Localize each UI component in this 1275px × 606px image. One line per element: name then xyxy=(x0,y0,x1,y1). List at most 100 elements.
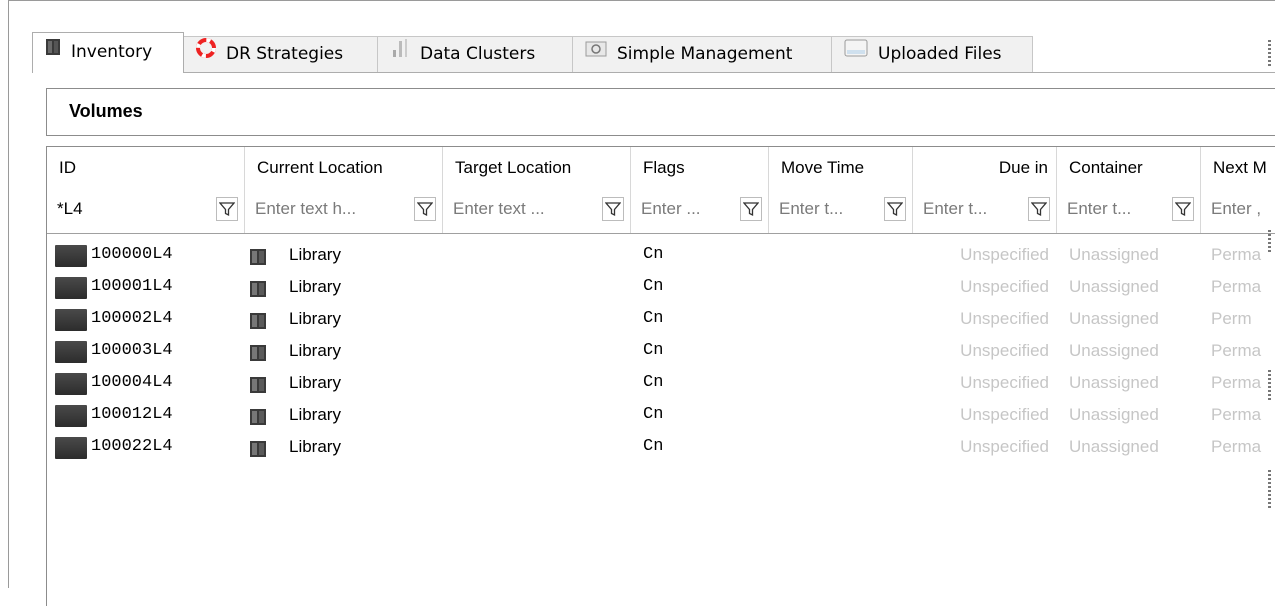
cell-flags: Cn xyxy=(643,373,664,392)
tape-volume-icon xyxy=(55,341,87,363)
location-label: Library xyxy=(289,309,341,328)
lifebuoy-icon xyxy=(196,36,216,70)
cell-container: Unassigned xyxy=(1069,277,1159,296)
tab-simple-management[interactable]: Simple Management xyxy=(572,36,832,72)
cell-flags: Cn xyxy=(643,341,664,360)
column-header-due-in[interactable]: Due in xyxy=(913,147,1057,189)
table-row[interactable]: 100003L4 Library Cn Unspecified Unassigned Pe… xyxy=(47,335,1275,367)
window-top-border xyxy=(8,0,1275,1)
tab-strip-line xyxy=(32,72,1275,73)
cell-flags: Cn xyxy=(643,277,664,296)
cell-container: Unassigned xyxy=(1069,341,1159,360)
cell-current-location: Library xyxy=(249,335,439,367)
cell-due-in: Unspecified xyxy=(960,405,1049,424)
cell-flags: Cn xyxy=(643,309,664,328)
filter-input-target-location[interactable]: Enter text ... xyxy=(453,195,596,223)
filter-button[interactable] xyxy=(1028,197,1050,221)
cell-current-location: Library xyxy=(249,399,439,431)
cell-id: 100012L4 xyxy=(91,405,173,424)
uploaded-files-icon xyxy=(844,36,868,70)
tape-library-icon xyxy=(249,437,267,457)
column-header-move-time[interactable]: Move Time xyxy=(769,147,913,189)
tape-volume-icon xyxy=(55,245,87,267)
tape-library-icon xyxy=(249,309,267,329)
column-header-target-location[interactable]: Target Location xyxy=(443,147,631,189)
cell-id: 100003L4 xyxy=(91,341,173,360)
tape-volume-icon xyxy=(55,309,87,331)
filter-input-container[interactable]: Enter t... xyxy=(1067,195,1166,223)
vertical-scroll-hint[interactable] xyxy=(1265,30,1275,588)
tab-inventory[interactable]: Inventory xyxy=(32,32,184,73)
table-row[interactable]: 100001L4 Library Cn Unspecified Unassigned Pe… xyxy=(47,271,1275,303)
window-left-border xyxy=(8,0,9,588)
cell-id: 100002L4 xyxy=(91,309,173,328)
panel-title: Volumes xyxy=(69,101,143,121)
cell-due-in: Unspecified xyxy=(960,309,1049,328)
cell-current-location: Library xyxy=(249,303,439,335)
column-header-flags[interactable]: Flags xyxy=(631,147,769,189)
location-label: Library xyxy=(289,373,341,392)
cell-current-location: Library xyxy=(249,431,439,463)
location-label: Library xyxy=(289,405,341,424)
cell-due-in: Unspecified xyxy=(960,437,1049,456)
cell-flags: Cn xyxy=(643,437,664,456)
cell-id: 100004L4 xyxy=(91,373,173,392)
filter-cell-move-time: Enter t... xyxy=(769,189,913,233)
tape-volume-icon xyxy=(55,373,87,395)
cell-current-location: Library xyxy=(249,271,439,303)
location-label: Library xyxy=(289,245,341,264)
filter-input-due-in[interactable]: Enter t... xyxy=(923,195,1022,223)
filter-input-move-time[interactable]: Enter t... xyxy=(779,195,878,223)
tab-data-clusters[interactable]: Data Clusters xyxy=(377,36,573,72)
filter-input-current-location[interactable]: Enter text h... xyxy=(255,195,408,223)
column-header-next[interactable]: Next M xyxy=(1201,147,1275,189)
cell-id: 100022L4 xyxy=(91,437,173,456)
filter-cell-container: Enter t... xyxy=(1057,189,1201,233)
table-row[interactable]: 100004L4 Library Cn Unspecified Unassigned Pe… xyxy=(47,367,1275,399)
cell-id: 100000L4 xyxy=(91,245,173,264)
tab-label: Uploaded Files xyxy=(878,44,1002,64)
column-header-current-location[interactable]: Current Location xyxy=(245,147,443,189)
filter-button[interactable] xyxy=(884,197,906,221)
tab-dr-strategies[interactable]: DR Strategies xyxy=(183,36,378,72)
cell-current-location: Library xyxy=(249,239,439,271)
cell-container: Unassigned xyxy=(1069,437,1159,456)
cell-id: 100001L4 xyxy=(91,277,173,296)
table-row[interactable]: 100022L4 Library Cn Unspecified Unassigned Pe… xyxy=(47,431,1275,463)
cell-current-location: Library xyxy=(249,367,439,399)
tab-label: Inventory xyxy=(71,42,153,62)
filter-button[interactable] xyxy=(602,197,624,221)
volumes-header: Volumes xyxy=(46,88,1275,136)
filter-cell-due-in: Enter t... xyxy=(913,189,1057,233)
tab-label: Data Clusters xyxy=(420,44,536,64)
table-row[interactable]: 100012L4 Library Cn Unspecified Unassigned Pe… xyxy=(47,399,1275,431)
filter-button[interactable] xyxy=(1172,197,1194,221)
table-row[interactable]: 100002L4 Library Cn Unspecified Unassigned Pe… xyxy=(47,303,1275,335)
tape-library-icon xyxy=(249,405,267,425)
filter-button[interactable] xyxy=(414,197,436,221)
filter-cell-target-location: Enter text ... xyxy=(443,189,631,233)
filter-button[interactable] xyxy=(216,197,238,221)
cell-due-in: Unspecified xyxy=(960,277,1049,296)
filter-input-flags[interactable]: Enter ... xyxy=(641,195,734,223)
tape-volume-icon xyxy=(55,437,87,459)
tape-volume-icon xyxy=(55,277,87,299)
cell-due-in: Unspecified xyxy=(960,341,1049,360)
tape-library-icon xyxy=(249,277,267,297)
volumes-grid: ID Current Location Target Location Flag… xyxy=(46,146,1275,606)
header-separator xyxy=(47,233,1275,234)
filter-input-id[interactable]: *L4 xyxy=(57,195,210,223)
tab-uploaded-files[interactable]: Uploaded Files xyxy=(831,36,1033,72)
tab-label: Simple Management xyxy=(617,44,793,64)
column-header-container[interactable]: Container xyxy=(1057,147,1201,189)
tape-library-icon xyxy=(45,32,61,70)
cell-flags: Cn xyxy=(643,405,664,424)
filter-cell-current-location: Enter text h... xyxy=(245,189,443,233)
column-header-id[interactable]: ID xyxy=(47,147,245,189)
tape-library-icon xyxy=(249,245,267,265)
location-label: Library xyxy=(289,437,341,456)
table-row[interactable]: 100000L4 Library Cn Unspecified Unassigned Pe… xyxy=(47,239,1275,271)
tape-volume-icon xyxy=(55,405,87,427)
filter-button[interactable] xyxy=(740,197,762,221)
filter-cell-id: *L4 xyxy=(47,189,245,233)
